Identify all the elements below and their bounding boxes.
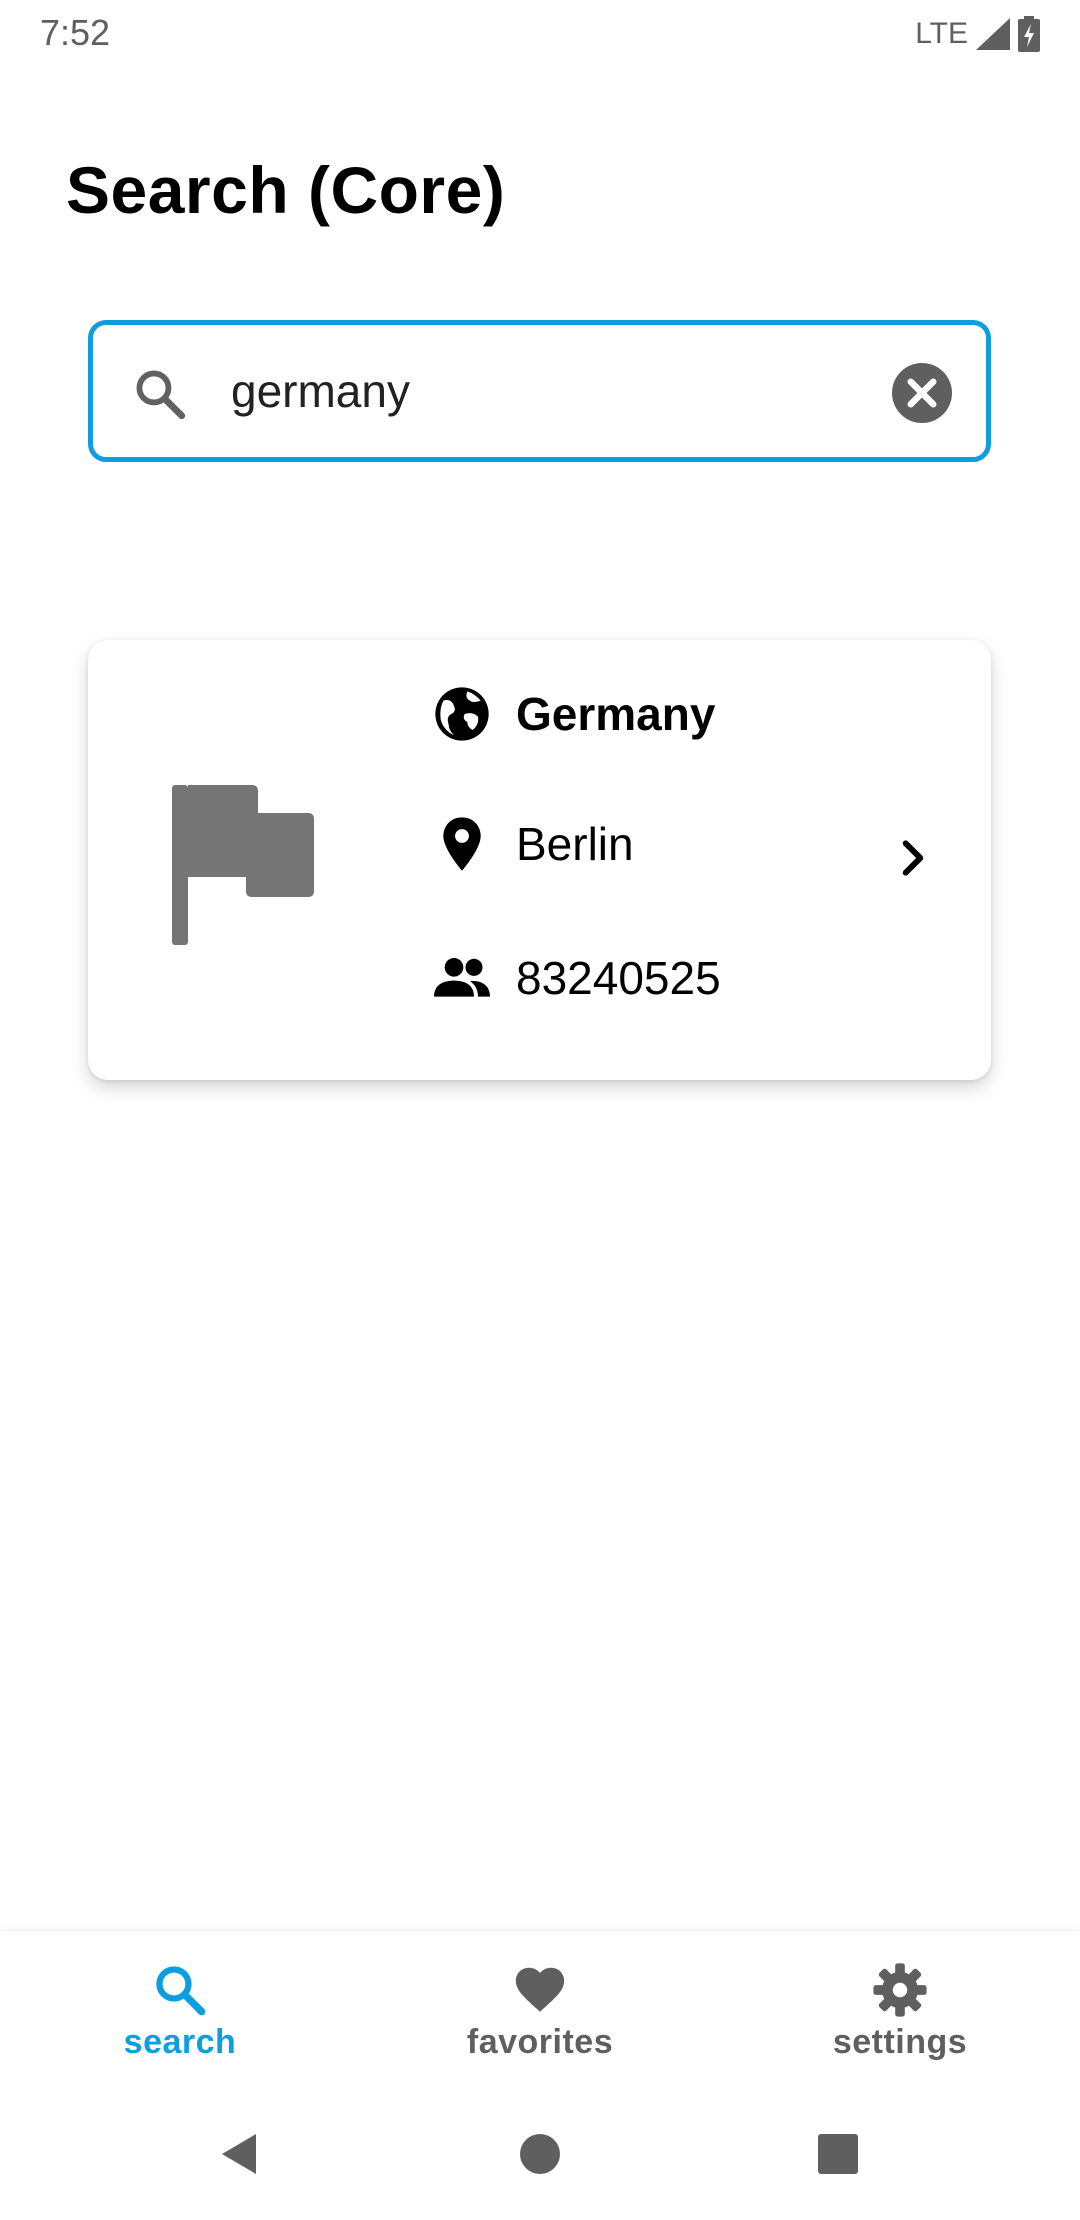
capital-row: Berlin — [430, 812, 634, 876]
nav-item-settings[interactable]: settings — [780, 1931, 1020, 2081]
battery-charging-icon — [1018, 16, 1040, 52]
flag-icon — [172, 785, 314, 945]
status-bar: 7:52 LTE — [0, 0, 1080, 66]
result-card[interactable]: Germany Berlin 83240525 — [88, 640, 991, 1080]
population-value: 83240525 — [516, 952, 721, 1004]
globe-icon — [435, 687, 489, 741]
gear-icon — [873, 1963, 927, 2017]
status-time: 7:52 — [40, 12, 111, 53]
chevron-right-icon[interactable] — [891, 836, 935, 880]
network-type: LTE — [915, 17, 968, 50]
search-icon — [136, 370, 186, 420]
system-navigation-bar — [0, 2080, 1080, 2220]
capital-name: Berlin — [516, 818, 634, 870]
page-title: Search (Core) — [66, 153, 506, 227]
status-icons: LTE — [915, 14, 1040, 54]
heart-icon — [515, 1967, 565, 2012]
clear-icon[interactable] — [892, 363, 952, 423]
back-icon[interactable] — [216, 2130, 264, 2178]
recents-icon[interactable] — [814, 2130, 862, 2178]
bottom-navigation: search favorites settings — [0, 1930, 1080, 2081]
search-field[interactable] — [88, 320, 991, 462]
population-row: 83240525 — [430, 946, 721, 1010]
country-row: Germany — [430, 682, 715, 746]
search-icon — [156, 1966, 206, 2016]
signal-icon — [976, 18, 1010, 50]
nav-label-search: search — [123, 2023, 237, 2061]
home-icon[interactable] — [516, 2130, 564, 2178]
nav-item-favorites[interactable]: favorites — [420, 1931, 660, 2081]
people-icon — [434, 958, 490, 997]
nav-item-search[interactable]: search — [60, 1931, 300, 2081]
country-name: Germany — [516, 688, 716, 740]
location-pin-icon — [443, 817, 481, 871]
search-input[interactable] — [231, 355, 831, 427]
nav-label-settings: settings — [832, 2023, 968, 2061]
nav-label-favorites: favorites — [466, 2023, 614, 2061]
